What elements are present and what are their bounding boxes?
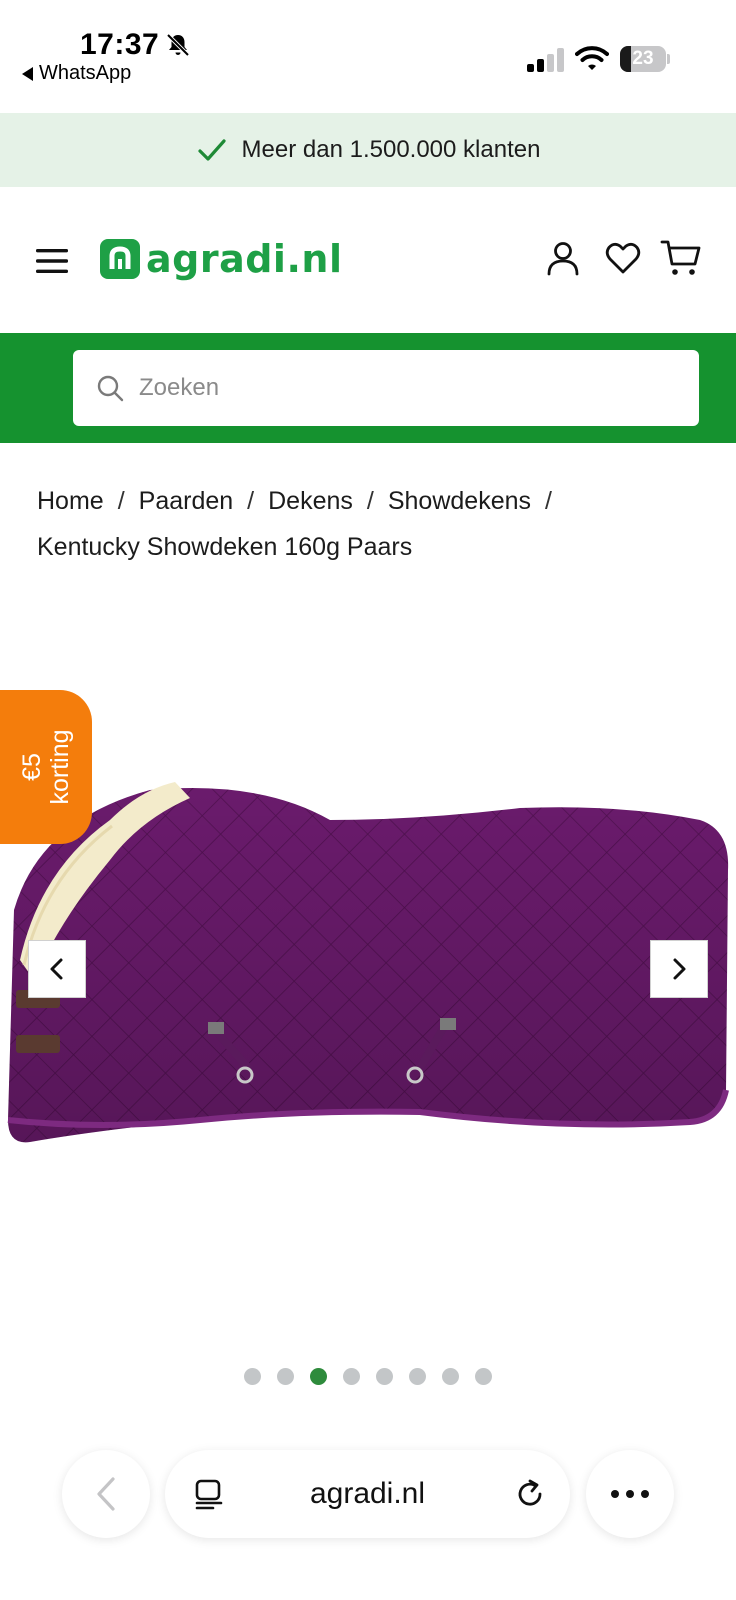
battery-indicator: 23 <box>620 46 670 72</box>
pagination-dot[interactable] <box>310 1368 327 1385</box>
back-app-label: WhatsApp <box>39 62 132 84</box>
breadcrumb-showdekens[interactable]: Showdekens <box>388 487 531 515</box>
breadcrumb-home[interactable]: Home <box>37 487 104 515</box>
cart-icon[interactable] <box>660 237 702 279</box>
breadcrumb-paarden[interactable]: Paarden <box>139 487 234 515</box>
gallery-pagination <box>0 1368 736 1385</box>
gallery-prev-button[interactable] <box>28 940 86 998</box>
reload-icon[interactable] <box>513 1477 547 1511</box>
product-gallery: €5 korting <box>0 600 736 1385</box>
pagination-dot[interactable] <box>277 1368 294 1385</box>
pagination-dot[interactable] <box>376 1368 393 1385</box>
account-icon[interactable] <box>544 239 582 277</box>
breadcrumb-dekens[interactable]: Dekens <box>268 487 353 515</box>
back-triangle-icon <box>22 66 33 81</box>
search-icon <box>97 375 124 402</box>
status-time: 17:37 <box>80 28 160 61</box>
breadcrumb-separator: / <box>117 487 125 515</box>
battery-level: 23 <box>632 48 654 69</box>
breadcrumb-current: Kentucky Showdeken 160g Paars <box>37 533 413 561</box>
browser-address-bar[interactable]: agradi.nl <box>165 1450 570 1538</box>
site-logo[interactable]: agradi.nl <box>100 237 342 281</box>
gallery-next-button[interactable] <box>650 940 708 998</box>
back-to-app-link[interactable]: WhatsApp <box>22 62 131 85</box>
check-icon <box>197 139 226 161</box>
logo-mark <box>100 239 140 279</box>
reader-mode-icon[interactable] <box>193 1478 225 1510</box>
breadcrumb-separator: / <box>545 487 552 515</box>
pagination-dot[interactable] <box>409 1368 426 1385</box>
site-header: agradi.nl <box>0 187 736 333</box>
browser-more-button[interactable] <box>586 1450 674 1538</box>
discount-amount: €5 <box>18 753 46 781</box>
breadcrumb-separator: / <box>247 487 255 515</box>
wifi-icon <box>575 46 609 70</box>
logo-text: agradi.nl <box>146 237 343 281</box>
product-image[interactable] <box>0 760 736 1180</box>
search-input[interactable] <box>139 374 659 402</box>
browser-toolbar: agradi.nl <box>0 1440 736 1600</box>
breadcrumb: Home / Paarden / Dekens / Showdekens / Kentucky … <box>37 478 697 570</box>
pagination-dot[interactable] <box>442 1368 459 1385</box>
chevron-left-icon <box>97 1477 115 1511</box>
discount-label: €5 korting <box>18 729 74 804</box>
breadcrumb-separator: / <box>366 487 374 515</box>
pagination-dot[interactable] <box>475 1368 492 1385</box>
browser-url: agradi.nl <box>309 1477 426 1510</box>
pagination-dot[interactable] <box>343 1368 360 1385</box>
pagination-dot[interactable] <box>244 1368 261 1385</box>
discount-word: korting <box>46 729 74 805</box>
search-box[interactable] <box>73 350 699 426</box>
discount-tab[interactable]: €5 korting <box>0 690 92 844</box>
chevron-left-icon <box>50 958 63 980</box>
chevron-right-icon <box>673 958 686 980</box>
heart-icon[interactable] <box>604 239 642 277</box>
promo-bar: Meer dan 1.500.000 klanten <box>0 113 736 187</box>
browser-back-button[interactable] <box>62 1450 150 1538</box>
promo-text: Meer dan 1.500.000 klanten <box>241 136 541 163</box>
status-bar: 17:37 WhatsApp 23 <box>0 0 736 112</box>
menu-icon[interactable] <box>34 245 70 277</box>
search-band <box>0 333 736 443</box>
bell-slash-icon <box>166 33 190 57</box>
cellular-signal-icon <box>527 48 564 72</box>
ellipsis-icon <box>611 1490 649 1498</box>
